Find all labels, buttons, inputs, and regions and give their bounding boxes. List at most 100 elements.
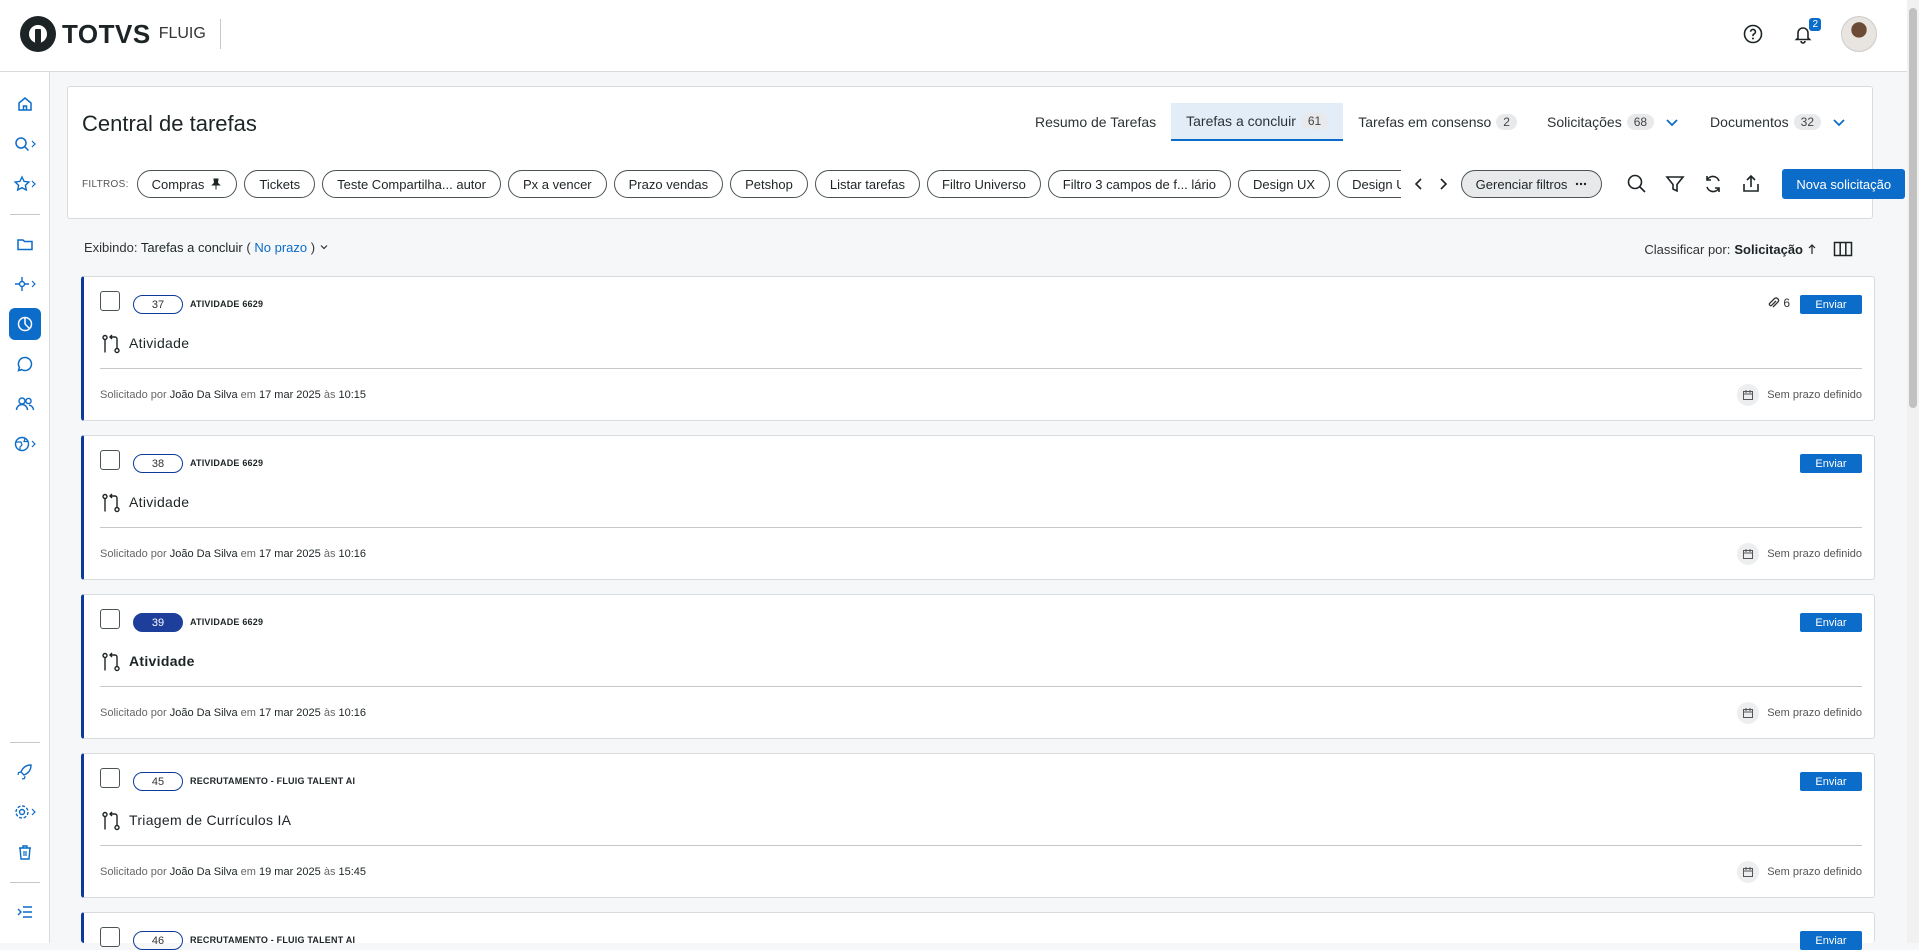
request-number-badge: 38: [133, 454, 183, 473]
home-icon[interactable]: [9, 88, 41, 120]
totvs-logo-icon: [20, 16, 56, 52]
task-card[interactable]: 39 ATIVIDADE 6629 Enviar Atividade Solic…: [81, 594, 1875, 739]
send-button[interactable]: Enviar: [1800, 931, 1862, 950]
task-card[interactable]: 46 RECRUTAMENTO - FLUIG TALENT AI Enviar: [81, 912, 1875, 950]
search-icon[interactable]: [1626, 173, 1648, 195]
chevron-left-icon[interactable]: [1411, 176, 1427, 192]
filters-bar: FILTROS: Compras Tickets Teste Compartil…: [82, 169, 1906, 199]
filter-chip[interactable]: Compras: [136, 170, 238, 198]
manage-filters-label: Gerenciar filtros: [1475, 176, 1568, 192]
requester-name: João Da Silva: [169, 707, 238, 719]
showing-value: Tarefas a concluir: [140, 240, 243, 255]
rocket-icon[interactable]: [9, 756, 41, 788]
favorites-star-icon[interactable]: [9, 168, 41, 200]
chevron-down-icon[interactable]: [1831, 114, 1847, 130]
chevron-down-icon[interactable]: [319, 242, 329, 252]
notifications-button[interactable]: 2: [1791, 18, 1821, 46]
task-card[interactable]: 38 ATIVIDADE 6629 Enviar Atividade Solic…: [81, 435, 1875, 580]
people-icon[interactable]: [9, 388, 41, 420]
nav-divider: [10, 214, 40, 215]
tab-count: 61: [1300, 113, 1329, 129]
task-checkbox[interactable]: [100, 450, 120, 470]
filter-chip-label: Petshop: [745, 176, 793, 192]
logo[interactable]: TOTVS FLUIG: [20, 16, 221, 52]
export-icon[interactable]: [1740, 173, 1762, 195]
filter-chip[interactable]: Listar tarefas: [814, 170, 920, 198]
filter-chip[interactable]: Petshop: [730, 170, 808, 198]
tab-count: 2: [1496, 114, 1517, 130]
sort-control[interactable]: Classificar por: Solicitação: [1644, 240, 1853, 258]
columns-view-icon[interactable]: [1833, 240, 1853, 258]
chat-icon[interactable]: [9, 348, 41, 380]
send-button[interactable]: Enviar: [1800, 295, 1862, 314]
tab-requests[interactable]: Solicitações 68: [1532, 103, 1695, 141]
tab-count: 32: [1793, 114, 1821, 130]
filter-chip-label: Prazo vendas: [628, 176, 709, 192]
at-label: às: [323, 548, 336, 560]
tab-task-summary[interactable]: Resumo de Tarefas: [1020, 103, 1171, 141]
trash-icon[interactable]: [9, 836, 41, 868]
calendar-icon: [1737, 702, 1760, 724]
process-name: ATIVIDADE 6629: [190, 617, 264, 627]
task-checkbox[interactable]: [100, 609, 120, 629]
requester-name: João Da Silva: [169, 866, 238, 878]
page-title: Central de tarefas: [82, 111, 257, 136]
showing-label: Exibindo:: [84, 240, 138, 255]
filter-chip[interactable]: Teste Compartilha... autor: [322, 170, 501, 198]
help-icon[interactable]: [1741, 22, 1765, 46]
new-request-button[interactable]: Nova solicitação: [1782, 169, 1906, 199]
folder-icon[interactable]: [9, 228, 41, 260]
activity-name: Atividade: [129, 335, 190, 351]
workflow-icon[interactable]: [9, 268, 41, 300]
card-divider: [100, 527, 1862, 528]
tab-documents[interactable]: Documentos 32: [1695, 103, 1862, 141]
filter-chip[interactable]: Filtro 3 campos de f... lário: [1047, 170, 1231, 198]
chevron-down-icon[interactable]: [1664, 114, 1680, 130]
task-card[interactable]: 37 ATIVIDADE 6629 6 Enviar Atividade Sol…: [81, 276, 1875, 421]
tab-consensus-tasks[interactable]: Tarefas em consenso 2: [1343, 103, 1532, 141]
user-avatar[interactable]: [1841, 16, 1877, 52]
filter-chip[interactable]: Design UI: [1337, 170, 1401, 198]
task-center-icon[interactable]: [9, 308, 41, 340]
notification-count-badge: 2: [1809, 18, 1821, 31]
filter-chip[interactable]: Px a vencer: [507, 170, 607, 198]
task-checkbox[interactable]: [100, 927, 120, 947]
refresh-icon[interactable]: [1702, 173, 1724, 195]
deadline-info: Sem prazo definido: [1737, 861, 1862, 883]
filter-chip[interactable]: Tickets: [244, 170, 316, 198]
send-button[interactable]: Enviar: [1800, 454, 1862, 473]
task-checkbox[interactable]: [100, 291, 120, 311]
activity-name: Atividade: [129, 494, 190, 510]
request-date: 17 mar 2025: [259, 548, 321, 560]
deadline-filter[interactable]: No prazo: [254, 240, 307, 255]
tab-tasks-to-complete[interactable]: Tarefas a concluir 61: [1171, 103, 1344, 141]
page-scrollbar[interactable]: [1907, 0, 1919, 943]
send-button[interactable]: Enviar: [1800, 613, 1862, 632]
chevron-right-icon[interactable]: [1435, 176, 1451, 192]
filter-chip[interactable]: Design UX: [1237, 170, 1331, 198]
settings-gear-icon[interactable]: [9, 796, 41, 828]
process-name: RECRUTAMENTO - FLUIG TALENT AI: [190, 935, 356, 945]
activity-name: Atividade: [129, 653, 195, 669]
collapse-menu-icon[interactable]: [9, 896, 41, 928]
filter-chip[interactable]: Prazo vendas: [613, 170, 724, 198]
pin-icon: [211, 178, 222, 190]
request-time: 10:16: [338, 548, 367, 560]
scrollbar-thumb[interactable]: [1909, 8, 1917, 408]
nav-divider-bottom: [10, 742, 40, 743]
filter-funnel-icon[interactable]: [1664, 173, 1686, 195]
task-checkbox[interactable]: [100, 768, 120, 788]
filter-chip[interactable]: Filtro Universo: [927, 170, 1041, 198]
send-button[interactable]: Enviar: [1800, 772, 1862, 791]
search-nav-icon[interactable]: [9, 128, 41, 160]
workflow-branch-icon: [102, 652, 120, 672]
task-card[interactable]: 45 RECRUTAMENTO - FLUIG TALENT AI Enviar…: [81, 753, 1875, 898]
request-time: 15:45: [338, 866, 367, 878]
globe-icon[interactable]: [9, 428, 41, 460]
requester-name: João Da Silva: [169, 548, 238, 560]
attachments-count[interactable]: 6: [1766, 296, 1790, 310]
calendar-icon: [1737, 384, 1760, 406]
manage-filters-button[interactable]: Gerenciar filtros: [1460, 170, 1603, 198]
request-date: 19 mar 2025: [259, 866, 321, 878]
nav-divider-footer: [10, 882, 40, 883]
